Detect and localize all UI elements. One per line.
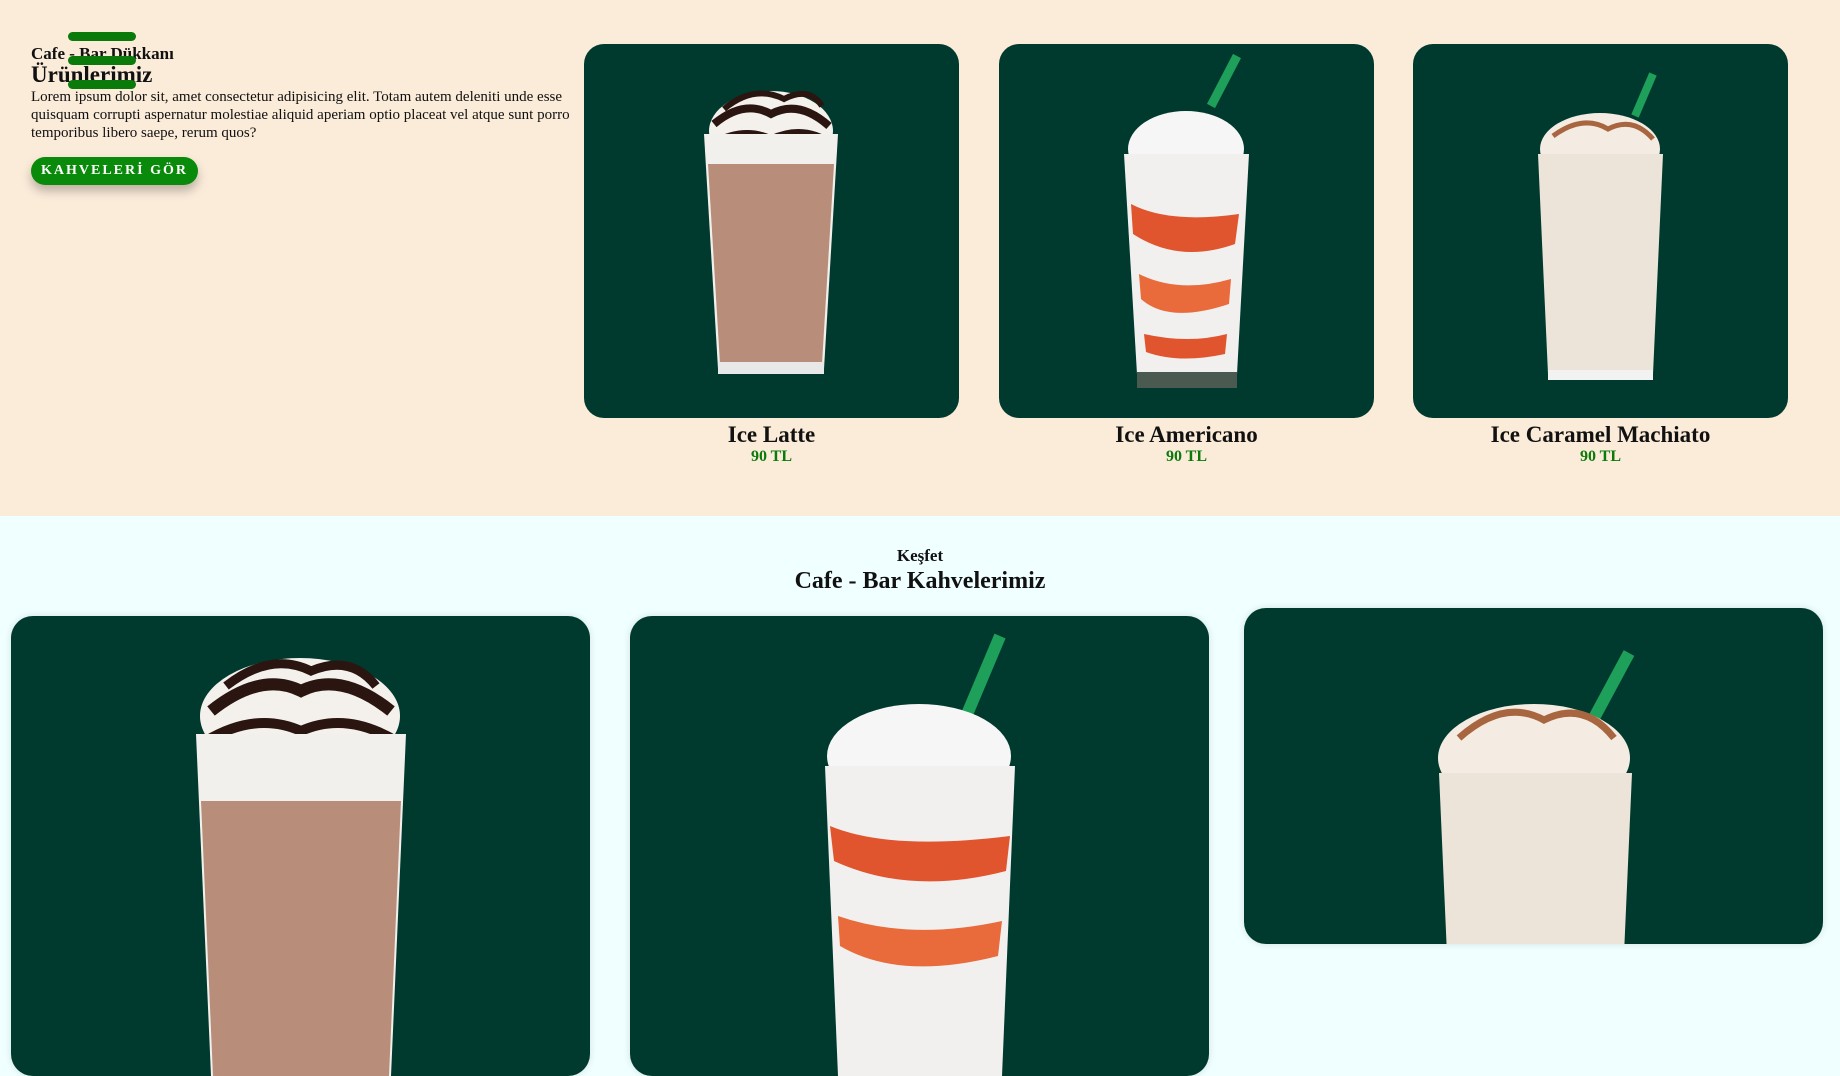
- discover-title: Cafe - Bar Kahvelerimiz: [794, 568, 1046, 594]
- product-price: 90 TL: [1579, 448, 1622, 465]
- drink-illustration: [1538, 72, 1663, 380]
- hero-description: Lorem ipsum dolor sit, amet consectetur …: [31, 89, 570, 141]
- coffee-card-ice-latte[interactable]: [11, 616, 590, 1076]
- drink-illustration: [1438, 650, 1635, 944]
- product-card-ice-americano[interactable]: Ice Americano 90 TL: [999, 44, 1374, 466]
- drink-illustration: [704, 90, 838, 374]
- hamburger-bar: [68, 80, 136, 89]
- product-price: 90 TL: [1165, 448, 1208, 465]
- hamburger-bar: [68, 32, 136, 41]
- discover-kicker: Keşfet: [896, 546, 944, 565]
- hamburger-menu-icon[interactable]: [68, 32, 138, 92]
- product-card-ice-caramel-machiato[interactable]: Ice Caramel Machiato 90 TL: [1413, 44, 1788, 466]
- coffee-card-ice-americano[interactable]: [630, 616, 1209, 1076]
- coffee-card-ice-caramel-machiato[interactable]: [1244, 608, 1823, 944]
- product-image-ice-latte: [584, 44, 959, 418]
- hamburger-bar: [68, 56, 136, 65]
- product-card-ice-latte[interactable]: Ice Latte 90 TL: [584, 44, 959, 466]
- product-name: Ice Americano: [1115, 422, 1258, 447]
- product-image-ice-americano: [999, 44, 1374, 418]
- discover-heading: Keşfet Cafe - Bar Kahvelerimiz: [0, 545, 1840, 595]
- view-coffees-button[interactable]: KAHVELERİ GÖR: [31, 157, 198, 185]
- drink-illustration: [825, 633, 1015, 1076]
- product-name: Ice Latte: [727, 422, 816, 447]
- hero-section: Cafe - Bar Dükkanı Ürünlerimiz Lorem ips…: [0, 0, 1840, 516]
- product-image-ice-caramel-machiato: [1413, 44, 1788, 418]
- drink-illustration: [1124, 53, 1249, 388]
- drink-illustration: [196, 658, 406, 1076]
- product-name: Ice Caramel Machiato: [1490, 422, 1711, 447]
- product-price: 90 TL: [750, 448, 793, 465]
